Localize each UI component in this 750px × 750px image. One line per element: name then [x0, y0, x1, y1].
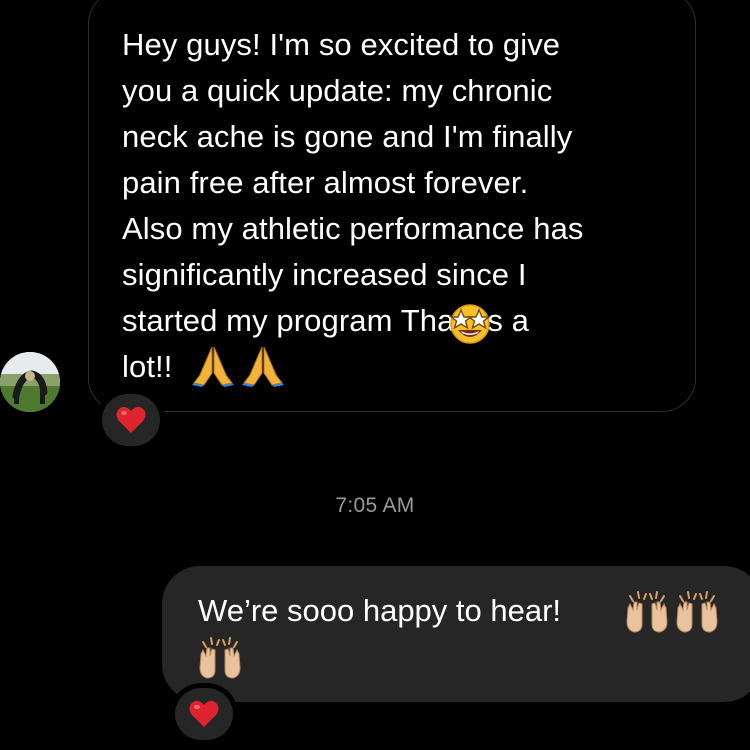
- red-heart-icon: [116, 406, 146, 433]
- red-heart-icon: [189, 700, 219, 727]
- raising-hands-emoji-icon: [676, 591, 718, 633]
- outgoing-message-reaction[interactable]: [175, 688, 233, 740]
- raising-hands-emoji-icon: [626, 591, 668, 633]
- folded-hands-emoji-icon: [242, 346, 284, 387]
- message-timestamp: 7:05 AM: [335, 494, 415, 517]
- sender-avatar[interactable]: [0, 352, 60, 412]
- raising-hands-emoji-icon: [199, 637, 241, 679]
- incoming-message-text: Hey guys! I'm so excited to give you a q…: [122, 27, 584, 384]
- folded-hands-emoji-icon: [192, 346, 234, 387]
- incoming-message-reaction[interactable]: [102, 394, 160, 446]
- star-struck-emoji-icon: [448, 304, 492, 344]
